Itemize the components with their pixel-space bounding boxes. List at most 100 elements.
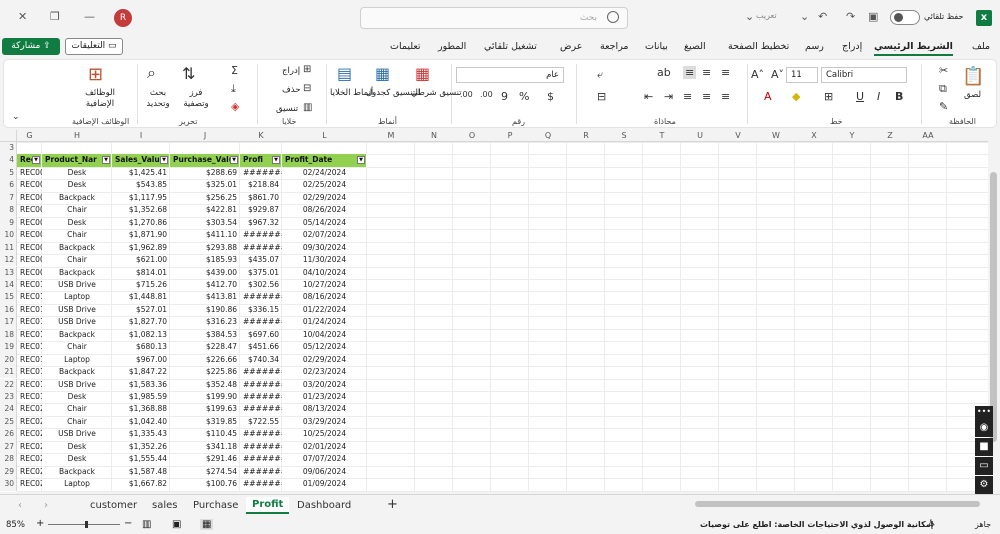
table-cell[interactable]: 02/24/2024 xyxy=(282,167,367,179)
table-cell[interactable]: $384.53 xyxy=(170,329,240,341)
table-cell[interactable]: $439.00 xyxy=(170,267,240,279)
camera-icon[interactable]: ◉ xyxy=(975,419,993,437)
dropdown-icon[interactable]: ⌄ xyxy=(800,10,809,23)
table-cell[interactable]: 07/07/2024 xyxy=(282,453,367,465)
tab-automate[interactable]: تشغيل تلقائي xyxy=(484,41,537,52)
table-cell[interactable]: Desk xyxy=(42,167,112,179)
table-cell[interactable]: $1,667.82 xyxy=(112,478,170,490)
filter-dropdown-icon[interactable]: ▼ xyxy=(102,156,110,165)
table-cell[interactable]: 02/25/2024 xyxy=(282,179,367,191)
table-cell[interactable]: REC011 xyxy=(17,291,42,303)
row-header[interactable]: 7 xyxy=(0,191,17,205)
decrease-font-icon[interactable]: A˅ xyxy=(771,68,784,81)
row-header[interactable]: 27 xyxy=(0,440,17,454)
cut-icon[interactable]: ✂ xyxy=(939,64,948,77)
font-name-select[interactable]: Calibri xyxy=(821,67,907,83)
table-cell[interactable]: $814.01 xyxy=(112,267,170,279)
sheet-tab-customer[interactable]: customer xyxy=(90,500,137,511)
table-cell[interactable]: REC024 xyxy=(17,453,42,465)
row-header[interactable]: 26 xyxy=(0,428,17,441)
table-cell[interactable]: REC026 xyxy=(17,478,42,490)
table-header-cell[interactable]: Purchase_Valu ▼ xyxy=(170,154,240,167)
column-header-g[interactable]: G xyxy=(17,131,42,140)
tab-developer[interactable]: المطور xyxy=(438,41,466,52)
sheet-tab-sales[interactable]: sales xyxy=(152,500,177,511)
table-cell[interactable]: 10/27/2024 xyxy=(282,279,367,291)
table-cell[interactable]: Backpack xyxy=(42,466,112,478)
avatar[interactable]: R xyxy=(114,9,132,27)
tab-help[interactable]: تعليمات xyxy=(390,41,421,52)
table-cell[interactable]: $226.66 xyxy=(170,354,240,366)
redo-icon[interactable]: ↷ xyxy=(846,10,855,23)
table-cell[interactable]: $225.86 xyxy=(170,366,240,378)
horizontal-scroll-thumb[interactable] xyxy=(695,501,980,507)
zoom-slider-thumb[interactable] xyxy=(85,521,88,528)
align-bottom-icon[interactable]: ≡ xyxy=(683,66,697,79)
table-cell[interactable]: $1,335.43 xyxy=(112,428,170,440)
table-cell[interactable]: 02/01/2024 xyxy=(282,441,367,453)
tab-review[interactable]: مراجعة xyxy=(600,41,629,52)
wrap-text-icon[interactable]: ⤶ xyxy=(597,68,603,82)
column-header-r[interactable]: R xyxy=(567,131,605,140)
column-header-p[interactable]: P xyxy=(491,131,529,140)
table-cell[interactable]: $325.01 xyxy=(170,179,240,191)
table-cell[interactable]: REC020 xyxy=(17,403,42,415)
table-cell[interactable]: $413.81 xyxy=(170,291,240,303)
table-cell[interactable]: Laptop xyxy=(42,291,112,303)
table-cell[interactable]: REC021 xyxy=(17,416,42,428)
table-header-cell[interactable]: Sales_Valu ▼ xyxy=(112,154,170,167)
row-header[interactable]: 11 xyxy=(0,241,17,254)
row-header[interactable]: 23 xyxy=(0,391,17,404)
column-header-i[interactable]: I xyxy=(112,131,170,140)
row-header[interactable]: 22 xyxy=(0,378,17,391)
zoom-in-icon[interactable]: + xyxy=(36,518,44,529)
align-center-icon[interactable]: ≡ xyxy=(702,90,711,103)
select-all-corner[interactable] xyxy=(0,130,17,142)
column-header-o[interactable]: O xyxy=(453,131,491,140)
table-cell[interactable]: REC023 xyxy=(17,441,42,453)
table-cell[interactable]: REC018 xyxy=(17,379,42,391)
table-cell[interactable]: ####### xyxy=(240,242,282,254)
table-cell[interactable]: $1,117.95 xyxy=(112,192,170,204)
underline-icon[interactable]: U xyxy=(856,90,864,103)
column-header-t[interactable]: T xyxy=(643,131,681,140)
spreadsheet-grid[interactable]: 3 4 5 6 7 8 9 10 11 12 13 14 15 16 17 18 19 20 21 22 23 24 25 2… xyxy=(0,142,988,492)
italic-icon[interactable]: I xyxy=(877,90,880,103)
table-cell[interactable]: REC014 xyxy=(17,329,42,341)
table-cell[interactable]: Chair xyxy=(42,403,112,415)
row-header[interactable]: 4 xyxy=(0,154,17,167)
table-cell[interactable]: 02/23/2024 xyxy=(282,366,367,378)
table-cell[interactable]: Chair xyxy=(42,416,112,428)
search-input[interactable]: بحث xyxy=(360,7,628,29)
clear-icon[interactable]: ◈ xyxy=(231,100,239,113)
align-left-icon[interactable]: ≡ xyxy=(683,90,692,103)
row-header[interactable]: 30 xyxy=(0,478,17,491)
filter-dropdown-icon[interactable]: ▼ xyxy=(357,156,365,165)
row-header[interactable]: 20 xyxy=(0,353,17,367)
align-top-icon[interactable]: ≡ xyxy=(721,66,730,79)
table-header-cell[interactable]: Record_▼ xyxy=(17,154,42,167)
table-cell[interactable]: ####### xyxy=(240,379,282,391)
table-cell[interactable]: ####### xyxy=(240,291,282,303)
column-header-j[interactable]: J xyxy=(170,131,240,140)
table-cell[interactable]: REC001 xyxy=(17,167,42,179)
row-header[interactable]: 28 xyxy=(0,453,17,466)
normal-view-icon[interactable]: ▦ xyxy=(200,519,214,530)
table-cell[interactable]: REC010 xyxy=(17,279,42,291)
table-cell[interactable]: Chair xyxy=(42,204,112,216)
paste-icon[interactable]: 📋 xyxy=(962,66,984,87)
table-cell[interactable]: ####### xyxy=(240,428,282,440)
tab-file[interactable]: ملف xyxy=(972,41,990,52)
delete-cells-icon[interactable]: ⊟ xyxy=(303,83,311,94)
align-middle-icon[interactable]: ≡ xyxy=(702,66,711,79)
table-cell[interactable]: $1,270.86 xyxy=(112,217,170,229)
table-header-cell[interactable]: Profit_Date ▼ xyxy=(282,154,367,167)
table-cell[interactable]: $1,962.89 xyxy=(112,242,170,254)
table-cell[interactable]: $697.60 xyxy=(240,329,282,341)
table-cell[interactable]: Chair xyxy=(42,341,112,353)
add-sheet-icon[interactable]: + xyxy=(387,497,398,512)
table-cell[interactable]: 05/12/2024 xyxy=(282,341,367,353)
table-cell[interactable]: $1,555.44 xyxy=(112,453,170,465)
row-header[interactable]: 19 xyxy=(0,341,17,354)
chevron-down-icon[interactable]: ⌄ xyxy=(745,10,754,23)
